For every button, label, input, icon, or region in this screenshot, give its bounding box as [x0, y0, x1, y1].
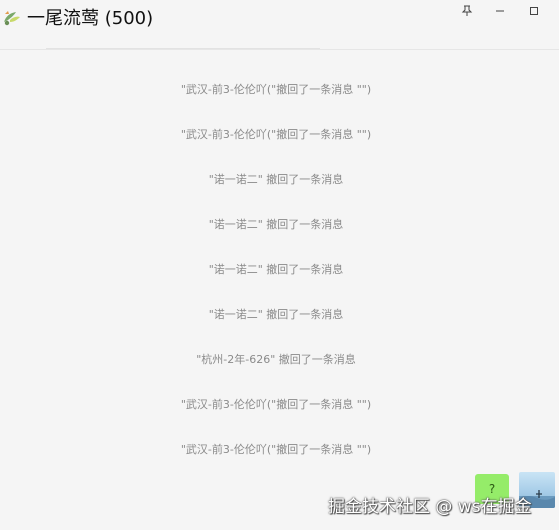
maximize-button[interactable] — [519, 0, 549, 22]
minimize-icon — [496, 10, 504, 12]
recall-notice: "诺一诺二" 撤回了一条消息 — [208, 263, 344, 276]
recall-notice: "武汉-前3-伦伦吖("撤回了一条消息 "") — [180, 443, 372, 456]
recall-notice: "诺一诺二" 撤回了一条消息 — [208, 308, 344, 321]
minimize-button[interactable] — [485, 0, 515, 22]
maximize-icon — [530, 7, 538, 15]
title-bar: 一尾流莺 (500) — [0, 0, 559, 50]
divider — [46, 48, 320, 49]
recall-notice: "杭州-2年-626" 撤回了一条消息 — [196, 353, 356, 366]
chat-title: 一尾流莺 (500) — [27, 8, 154, 29]
recall-notice: "武汉-前3-伦伦吖("撤回了一条消息 "") — [180, 83, 372, 96]
app-logo-icon — [4, 11, 20, 26]
recall-notice: "诺一诺二" 撤回了一条消息 — [208, 218, 344, 231]
pin-icon — [461, 5, 473, 16]
recall-notice: "武汉-前3-伦伦吖("撤回了一条消息 "") — [180, 398, 372, 411]
pin-button[interactable] — [452, 0, 482, 22]
recall-notice: "武汉-前3-伦伦吖("撤回了一条消息 "") — [180, 128, 372, 141]
recall-notice: "诺一诺二" 撤回了一条消息 — [208, 173, 344, 186]
message-list[interactable]: "武汉-前3-伦伦吖("撤回了一条消息 "") "武汉-前3-伦伦吖("撤回了一… — [0, 50, 559, 530]
watermark: 掘金技术社区 @ ws在掘金 — [328, 497, 532, 517]
